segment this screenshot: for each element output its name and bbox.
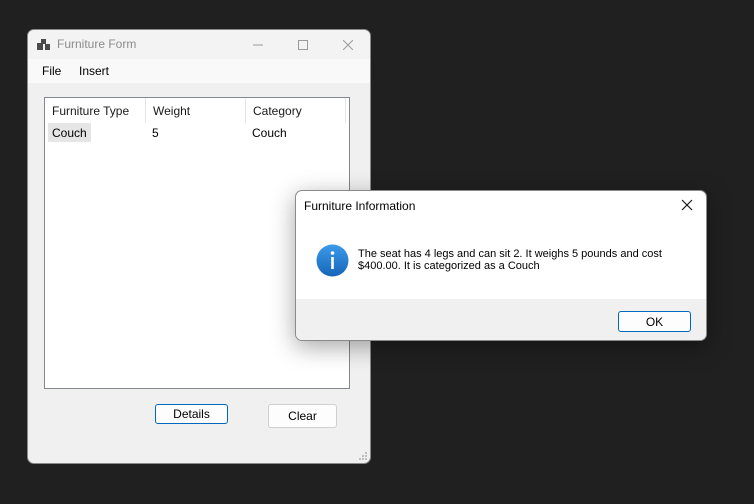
minimize-button[interactable] xyxy=(236,30,280,59)
close-button[interactable] xyxy=(326,30,370,59)
clear-button[interactable]: Clear xyxy=(268,404,337,428)
resize-grip-icon[interactable] xyxy=(358,451,368,461)
maximize-button[interactable] xyxy=(281,30,325,59)
list-item[interactable]: Couch 5 Couch xyxy=(48,123,344,142)
details-button[interactable]: Details xyxy=(155,404,228,424)
dialog-message: The seat has 4 legs and can sit 2. It we… xyxy=(358,248,662,272)
cell-furniture-type: Couch xyxy=(48,123,91,142)
column-header-category[interactable]: Category xyxy=(246,98,346,123)
furniture-information-dialog: Furniture Information The seat has 4 leg… xyxy=(295,190,707,341)
close-icon[interactable] xyxy=(679,197,695,213)
cell-category: Couch xyxy=(252,126,287,140)
maximize-icon xyxy=(298,39,308,50)
window-title: Furniture Form xyxy=(57,37,137,51)
dialog-title: Furniture Information xyxy=(304,199,416,213)
menu-file[interactable]: File xyxy=(42,64,61,78)
dialog-footer: OK xyxy=(296,299,706,340)
column-header-furniture-type[interactable]: Furniture Type xyxy=(45,98,146,123)
close-icon xyxy=(343,39,353,50)
info-icon xyxy=(316,244,349,277)
menu-insert[interactable]: Insert xyxy=(79,64,109,78)
title-bar[interactable]: Furniture Form xyxy=(28,30,370,59)
menu-bar: File Insert xyxy=(28,59,370,83)
list-header: Furniture Type Weight Category xyxy=(45,98,346,123)
app-icon xyxy=(37,39,50,50)
column-header-weight[interactable]: Weight xyxy=(146,98,246,123)
ok-button[interactable]: OK xyxy=(618,311,691,332)
minimize-icon xyxy=(253,44,263,45)
cell-weight: 5 xyxy=(152,126,159,140)
